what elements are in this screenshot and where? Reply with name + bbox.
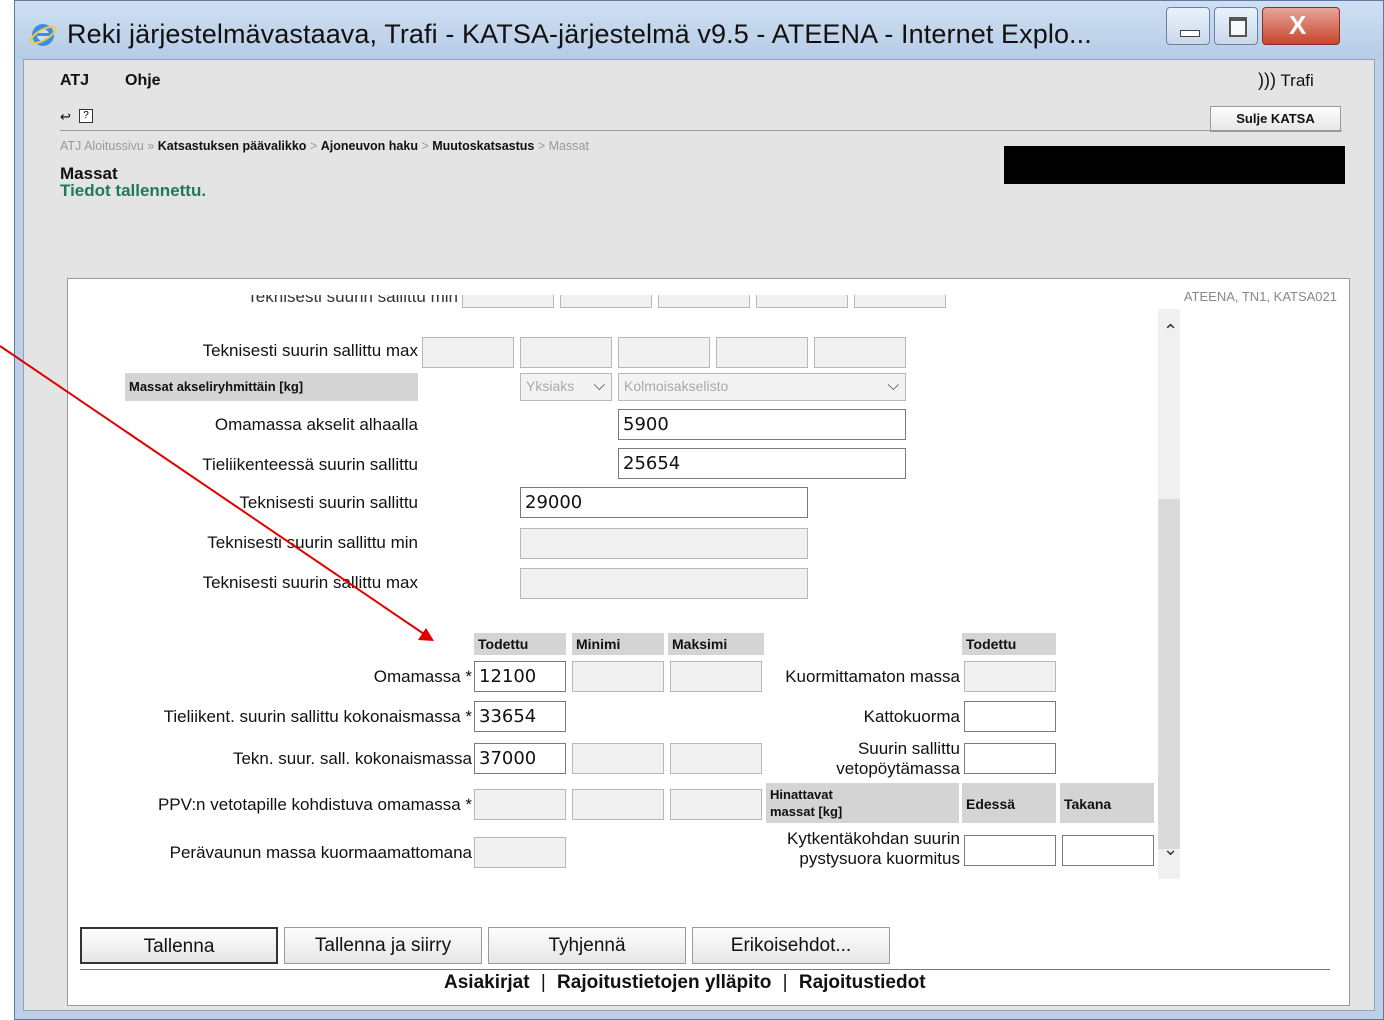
annotation-arrow — [0, 345, 434, 641]
